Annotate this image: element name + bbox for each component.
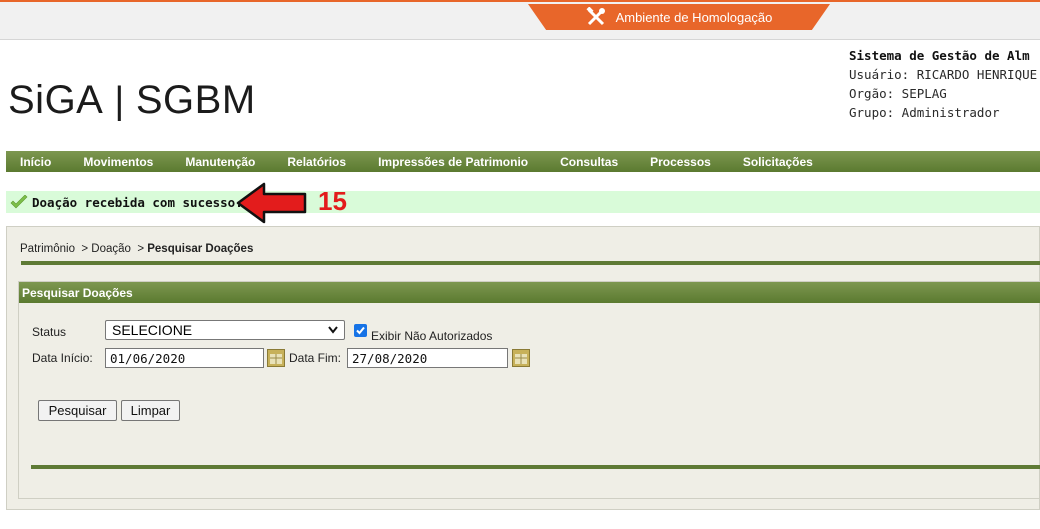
environment-strip: Ambiente de Homologação <box>0 0 1040 40</box>
status-select-value: SELECIONE <box>112 322 193 338</box>
search-button[interactable]: Pesquisar <box>38 400 117 421</box>
menu-item-consultas[interactable]: Consultas <box>544 155 634 169</box>
logo-separator: | <box>114 80 125 122</box>
breadcrumb-doacao[interactable]: Doação <box>91 243 131 255</box>
logo-siga: SiGA <box>8 78 104 122</box>
user-info-panel: Sistema de Gestão de Alm Usuário: RICARD… <box>849 46 1040 122</box>
clear-button[interactable]: Limpar <box>121 400 180 421</box>
main-menu: Início Movimentos Manutenção Relatórios … <box>6 151 1040 172</box>
divider <box>21 261 1040 265</box>
section-title: Pesquisar Doações <box>19 282 1040 303</box>
logo-sgbm: SGBM <box>135 78 256 122</box>
menu-item-solicitacoes[interactable]: Solicitações <box>727 155 829 169</box>
user-name: Usuário: RICARDO HENRIQUE <box>849 67 1038 82</box>
success-message: Doação recebida com sucesso. <box>6 191 1040 213</box>
breadcrumb: Patrimônio > Doação > Pesquisar Doações <box>20 243 253 255</box>
chevron-down-icon <box>328 326 338 334</box>
breadcrumb-separator: > <box>137 243 145 255</box>
status-label: Status <box>32 325 67 339</box>
start-date-input[interactable]: 01/06/2020 <box>105 348 264 368</box>
environment-label: Ambiente de Homologação <box>615 9 773 25</box>
calendar-icon[interactable] <box>267 349 285 367</box>
end-date-label: Data Fim: <box>289 351 342 365</box>
user-group: Grupo: Administrador <box>849 105 1000 120</box>
system-title: Sistema de Gestão de Alm <box>849 48 1030 63</box>
start-date-label: Data Início: <box>32 351 93 365</box>
success-text: Doação recebida com sucesso. <box>32 194 243 210</box>
red-arrow-icon <box>236 182 307 224</box>
breadcrumb-patrimonio[interactable]: Patrimônio <box>20 243 75 255</box>
content-panel: Patrimônio > Doação > Pesquisar Doações … <box>6 226 1040 510</box>
annotation-number: 15 <box>318 186 347 216</box>
environment-banner: Ambiente de Homologação <box>528 4 830 30</box>
menu-item-inicio[interactable]: Início <box>6 155 67 169</box>
menu-item-processos[interactable]: Processos <box>634 155 727 169</box>
breadcrumb-current: Pesquisar Doações <box>147 243 254 255</box>
menu-item-relatorios[interactable]: Relatórios <box>271 155 362 169</box>
end-date-input[interactable]: 27/08/2020 <box>347 348 508 368</box>
checkmark-icon <box>10 195 28 209</box>
tools-icon <box>586 7 605 26</box>
status-select[interactable]: SELECIONE <box>105 320 345 340</box>
show-unauthorized-checkbox[interactable] <box>354 324 367 337</box>
show-unauthorized-label: Exibir Não Autorizados <box>371 329 493 343</box>
breadcrumb-separator: > <box>81 243 89 255</box>
menu-item-movimentos[interactable]: Movimentos <box>67 155 169 169</box>
menu-item-manutencao[interactable]: Manutenção <box>169 155 271 169</box>
divider <box>31 465 1040 469</box>
user-org: Orgão: SEPLAG <box>849 86 947 101</box>
menu-item-impressoes[interactable]: Impressões de Patrimonio <box>362 155 544 169</box>
checkmark-icon <box>356 326 365 335</box>
app-logo: SiGA | SGBM <box>8 78 256 123</box>
calendar-icon[interactable] <box>512 349 530 367</box>
